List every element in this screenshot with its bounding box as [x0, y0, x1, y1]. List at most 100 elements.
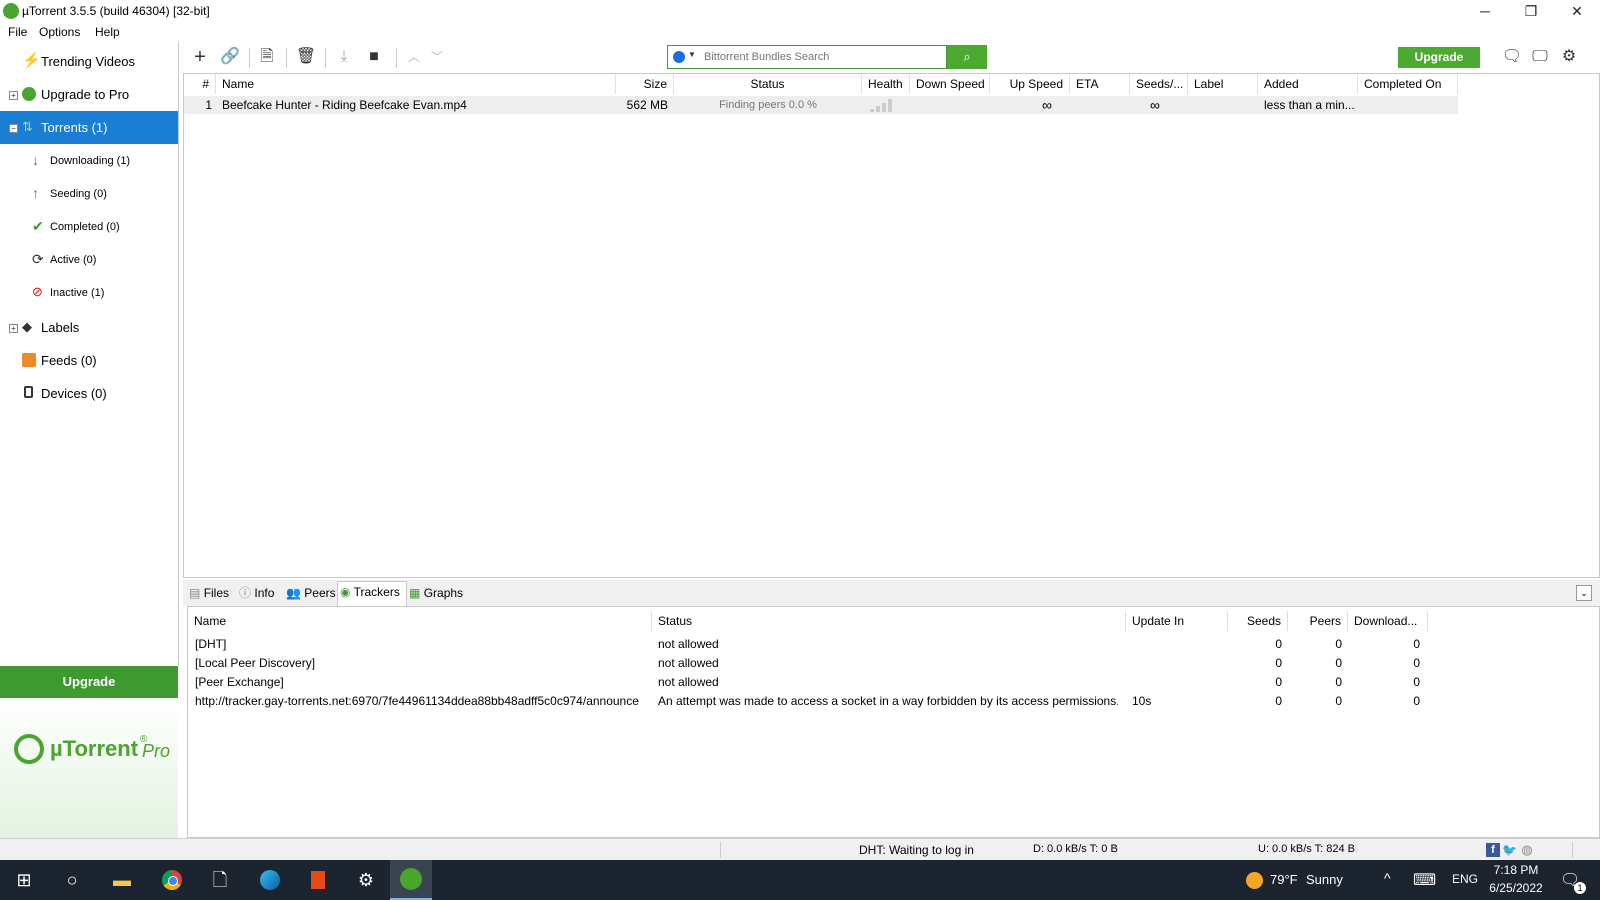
- upgrade-button[interactable]: Upgrade: [1398, 47, 1480, 68]
- sidebar-item-trending[interactable]: ⚡ Trending Videos: [0, 45, 178, 78]
- table-row[interactable]: [Peer Exchange] not allowed 0 0 0: [188, 673, 1428, 692]
- sidebar-item-downloading[interactable]: ↓ Downloading (1): [0, 144, 178, 177]
- col-header-status[interactable]: Status: [674, 74, 862, 94]
- tab-label: Info: [254, 586, 275, 600]
- chat-icon[interactable]: 🗨: [1501, 46, 1523, 68]
- col-header-update-in[interactable]: Update In: [1126, 611, 1228, 631]
- file-explorer-icon[interactable]: ▬: [110, 868, 134, 892]
- tab-files[interactable]: ▤ Files: [187, 583, 233, 604]
- table-row[interactable]: [Local Peer Discovery] not allowed 0 0 0: [188, 654, 1428, 673]
- menu-help[interactable]: Help: [95, 25, 120, 39]
- windows-start-icon[interactable]: ⊞: [12, 868, 36, 892]
- dht-status[interactable]: DHT: Waiting to log in: [859, 843, 974, 857]
- language-indicator[interactable]: ENG: [1452, 872, 1478, 886]
- settings-gear-icon[interactable]: ⚙: [1558, 46, 1580, 68]
- add-torrent-icon[interactable]: +: [189, 46, 211, 68]
- col-header-health[interactable]: Health: [862, 74, 910, 94]
- expand-icon[interactable]: +: [9, 324, 18, 333]
- clock-time[interactable]: 7:18 PM: [1486, 863, 1546, 877]
- search-provider-icon[interactable]: [673, 51, 685, 63]
- move-down-icon[interactable]: ﹀: [426, 46, 448, 68]
- upload-status[interactable]: U: 0.0 kB/s T: 824 B: [1258, 843, 1355, 855]
- col-header-name[interactable]: Name: [216, 74, 616, 94]
- twitter-icon[interactable]: 🐦: [1502, 843, 1517, 857]
- tab-graphs[interactable]: ▦ Graphs: [407, 583, 467, 604]
- download-status[interactable]: D: 0.0 kB/s T: 0 B: [1033, 843, 1118, 855]
- add-link-icon[interactable]: 🔗: [219, 46, 241, 68]
- weather-sun-icon[interactable]: [1246, 872, 1263, 889]
- col-header-num[interactable]: #: [184, 74, 216, 94]
- utorrent-taskbar-button[interactable]: [390, 860, 432, 900]
- settings-icon[interactable]: ⚙: [354, 868, 378, 892]
- sidebar-item-inactive[interactable]: ⊘ Inactive (1): [0, 276, 178, 309]
- collapse-icon[interactable]: −: [9, 124, 18, 133]
- sidebar-item-completed[interactable]: ✔ Completed (0): [0, 210, 178, 243]
- office-icon[interactable]: [306, 868, 330, 892]
- col-header-completed-on[interactable]: Completed On: [1358, 74, 1458, 94]
- close-button[interactable]: ✕: [1554, 0, 1600, 24]
- sidebar-item-active[interactable]: ⟳ Active (0): [0, 243, 178, 276]
- weather-temp[interactable]: 79°F: [1270, 872, 1298, 887]
- table-row[interactable]: [DHT] not allowed 0 0 0: [188, 635, 1428, 654]
- bolt-icon: ⚡: [22, 52, 41, 69]
- info-icon: ⓘ: [239, 586, 252, 600]
- menu-options[interactable]: Options: [39, 25, 80, 39]
- sidebar-item-torrents[interactable]: − ⇅ Torrents (1): [0, 111, 178, 144]
- col-header-down-speed[interactable]: Down Speed: [910, 74, 990, 94]
- sidebar-item-upgrade-pro[interactable]: + Upgrade to Pro: [0, 78, 178, 111]
- pro-promo-banner[interactable]: µTorrent ® Pro: [0, 698, 178, 838]
- tab-label: Graphs: [423, 586, 464, 600]
- chevron-down-icon[interactable]: ▼: [688, 50, 696, 59]
- collapse-pane-icon[interactable]: ⌄: [1576, 585, 1592, 601]
- keyboard-icon[interactable]: ⌨: [1413, 870, 1436, 890]
- row-size: 562 MB: [626, 98, 668, 112]
- notepad-icon[interactable]: 🗋: [208, 868, 232, 892]
- col-header-tracker-peers[interactable]: Peers: [1288, 611, 1348, 631]
- trackers-list[interactable]: Name Status Update In Seeds Peers Downlo…: [187, 606, 1600, 838]
- col-header-size[interactable]: Size: [616, 74, 674, 94]
- stop-icon[interactable]: ■: [363, 46, 385, 68]
- sidebar-item-feeds[interactable]: Feeds (0): [0, 344, 178, 377]
- table-row[interactable]: 1 Beefcake Hunter - Riding Beefcake Evan…: [184, 96, 1458, 114]
- col-header-up-speed[interactable]: Up Speed: [990, 74, 1070, 94]
- search-circle-icon[interactable]: ○: [60, 868, 84, 892]
- minimize-button[interactable]: ─: [1462, 0, 1508, 24]
- sidebar-item-labels[interactable]: + ◆ Labels: [0, 311, 178, 344]
- tracker-update-in: [1132, 673, 1222, 691]
- search-box[interactable]: ▼: [667, 45, 947, 69]
- col-header-label[interactable]: Label: [1188, 74, 1258, 94]
- col-header-seeds[interactable]: Seeds/...: [1130, 74, 1188, 94]
- move-up-icon[interactable]: ︿: [403, 46, 425, 68]
- table-row[interactable]: http://tracker.gay-torrents.net:6970/7fe…: [188, 692, 1428, 711]
- tracker-peers: 0: [1335, 637, 1342, 651]
- chevron-up-icon[interactable]: ^: [1384, 870, 1391, 886]
- col-header-tracker-name[interactable]: Name: [188, 611, 652, 631]
- col-header-tracker-download[interactable]: Download...: [1348, 611, 1428, 631]
- create-torrent-icon[interactable]: 🗎: [256, 46, 278, 68]
- col-header-tracker-seeds[interactable]: Seeds: [1228, 611, 1288, 631]
- sidebar-upgrade-button[interactable]: Upgrade: [0, 666, 178, 698]
- col-header-added[interactable]: Added: [1258, 74, 1358, 94]
- tab-trackers[interactable]: ◉ Trackers: [337, 581, 407, 607]
- facebook-icon[interactable]: f: [1486, 843, 1500, 857]
- edge-icon[interactable]: [258, 868, 282, 892]
- tab-info[interactable]: ⓘ Info: [237, 583, 281, 604]
- restore-button[interactable]: ❐: [1508, 0, 1554, 24]
- globe-icon[interactable]: ◍: [1520, 843, 1534, 857]
- remove-torrent-icon[interactable]: 🗑: [295, 46, 317, 68]
- clock-date[interactable]: 6/25/2022: [1486, 881, 1546, 895]
- sidebar-item-devices[interactable]: Devices (0): [0, 377, 178, 410]
- search-button[interactable]: ⌕: [947, 45, 987, 69]
- col-header-eta[interactable]: ETA: [1070, 74, 1130, 94]
- chrome-icon[interactable]: [160, 868, 184, 892]
- menu-file[interactable]: File: [8, 25, 27, 39]
- expand-icon[interactable]: +: [9, 91, 18, 100]
- tab-peers[interactable]: 👥 Peers: [284, 583, 336, 604]
- remote-display-icon[interactable]: 🖵: [1529, 46, 1551, 68]
- torrent-list[interactable]: # Name Size Status Health Down Speed Up …: [183, 73, 1600, 578]
- weather-desc[interactable]: Sunny: [1306, 872, 1343, 887]
- col-header-tracker-status[interactable]: Status: [652, 611, 1126, 631]
- start-download-icon[interactable]: ⤓: [333, 46, 355, 68]
- search-input[interactable]: [704, 48, 940, 66]
- sidebar-item-seeding[interactable]: ↑ Seeding (0): [0, 177, 178, 210]
